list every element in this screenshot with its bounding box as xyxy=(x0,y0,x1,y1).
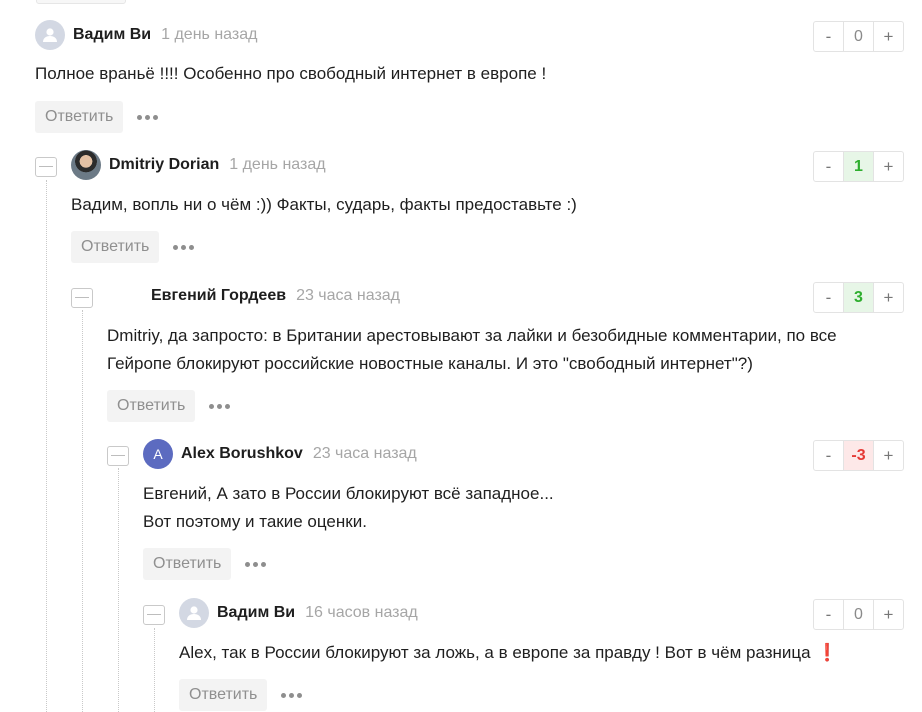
comment-actions: Ответить xyxy=(35,101,159,133)
comment-time[interactable]: 1 день назад xyxy=(229,156,325,174)
vote-up-button[interactable]: + xyxy=(874,441,903,470)
more-options-icon[interactable] xyxy=(173,244,195,250)
vote-widget: - 3 + xyxy=(813,282,904,313)
no-avatar xyxy=(107,281,137,311)
comment-text-line: Полное враньё !!!! Особенно про свободны… xyxy=(35,64,547,83)
thread-line xyxy=(118,468,119,712)
author-name[interactable]: Dmitriy Dorian xyxy=(109,156,219,174)
comment: Евгений Гордеев 23 часа назад - 3 + Dmit… xyxy=(107,281,922,431)
vote-up-button[interactable]: + xyxy=(874,283,903,312)
exclamation-emoji: ❗ xyxy=(816,643,838,662)
comment-text-line: Евгений, А зато в России блокируют всё з… xyxy=(143,484,554,503)
vote-widget: - 0 + xyxy=(813,599,904,630)
user-photo-avatar[interactable] xyxy=(71,150,101,180)
collapse-thread-button[interactable] xyxy=(143,605,165,625)
vote-down-button[interactable]: - xyxy=(814,600,843,629)
vote-score: 0 xyxy=(843,600,874,629)
comment-time[interactable]: 1 день назад xyxy=(161,26,257,44)
comment-time[interactable]: 23 часа назад xyxy=(313,445,417,463)
comment-text-line: Гейропе блокируют российские новостные к… xyxy=(107,354,753,373)
thread-line xyxy=(82,310,83,712)
vote-up-button[interactable]: + xyxy=(874,152,903,181)
comment-time[interactable]: 23 часа назад xyxy=(296,287,400,305)
collapse-thread-button[interactable] xyxy=(107,446,129,466)
comment-header: Вадим Ви 16 часов назад xyxy=(179,598,418,628)
comment-header: Dmitriy Dorian 1 день назад xyxy=(71,150,326,180)
thread-line xyxy=(154,628,155,712)
reply-button[interactable]: Ответить xyxy=(179,679,268,711)
more-options-icon[interactable] xyxy=(209,403,231,409)
thread-line xyxy=(46,180,47,712)
more-options-icon[interactable] xyxy=(137,114,159,120)
default-user-icon[interactable] xyxy=(35,20,65,50)
author-name[interactable]: Вадим Ви xyxy=(217,604,295,622)
comment-time[interactable]: 16 часов назад xyxy=(305,604,418,622)
comment-text: Alex, так в России блокируют за ложь, а … xyxy=(179,639,838,667)
vote-widget: - -3 + xyxy=(813,440,904,471)
comment-text: Евгений, А зато в России блокируют всё з… xyxy=(143,480,554,536)
vote-down-button[interactable]: - xyxy=(814,152,843,181)
comment: Dmitriy Dorian 1 день назад - 1 + Вадим,… xyxy=(71,150,922,270)
comment-actions: Ответить xyxy=(143,548,267,580)
comment-header: Евгений Гордеев 23 часа назад xyxy=(107,281,400,311)
vote-score: 0 xyxy=(843,22,874,51)
comment-text: Dmitriy, да запросто: в Британии арестов… xyxy=(107,322,837,378)
comment-text-line: Alex, так в России блокируют за ложь, а … xyxy=(179,643,811,662)
previous-comment-edge xyxy=(36,0,126,4)
vote-score: -3 xyxy=(843,441,874,470)
reply-button[interactable]: Ответить xyxy=(143,548,232,580)
comment-text-line: Вадим, вопль ни о чём :)) Факты, сударь,… xyxy=(71,195,577,214)
vote-up-button[interactable]: + xyxy=(874,600,903,629)
vote-widget: - 0 + xyxy=(813,21,904,52)
more-options-icon[interactable] xyxy=(245,561,267,567)
vote-down-button[interactable]: - xyxy=(814,283,843,312)
author-name[interactable]: Евгений Гордеев xyxy=(151,287,286,305)
reply-button[interactable]: Ответить xyxy=(71,231,160,263)
comment: Вадим Ви 1 день назад - 0 + Полное врань… xyxy=(35,20,922,140)
default-user-icon[interactable] xyxy=(179,598,209,628)
author-name[interactable]: Вадим Ви xyxy=(73,26,151,44)
comment-text-line: Dmitriy, да запросто: в Британии арестов… xyxy=(107,326,837,345)
comment: A Alex Borushkov 23 часа назад - -3 + Ев… xyxy=(143,439,922,589)
more-options-icon[interactable] xyxy=(281,692,303,698)
comment-text: Полное враньё !!!! Особенно про свободны… xyxy=(35,60,546,88)
comment-actions: Ответить xyxy=(107,390,231,422)
reply-button[interactable]: Ответить xyxy=(35,101,124,133)
reply-button[interactable]: Ответить xyxy=(107,390,196,422)
vote-up-button[interactable]: + xyxy=(874,22,903,51)
comment-text-line: Вот поэтому и такие оценки. xyxy=(143,512,367,531)
comment-actions: Ответить xyxy=(71,231,195,263)
comment-header: Вадим Ви 1 день назад xyxy=(35,20,257,50)
comment-header: A Alex Borushkov 23 часа назад xyxy=(143,439,417,469)
comment-text: Вадим, вопль ни о чём :)) Факты, сударь,… xyxy=(71,191,577,219)
vote-down-button[interactable]: - xyxy=(814,22,843,51)
author-name[interactable]: Alex Borushkov xyxy=(181,445,303,463)
comment-actions: Ответить xyxy=(179,679,303,711)
collapse-thread-button[interactable] xyxy=(35,157,57,177)
user-initial-avatar[interactable]: A xyxy=(143,439,173,469)
collapse-thread-button[interactable] xyxy=(71,288,93,308)
vote-down-button[interactable]: - xyxy=(814,441,843,470)
comment: Вадим Ви 16 часов назад - 0 + Alex, так … xyxy=(179,598,922,712)
vote-score: 1 xyxy=(843,152,874,181)
vote-widget: - 1 + xyxy=(813,151,904,182)
vote-score: 3 xyxy=(843,283,874,312)
